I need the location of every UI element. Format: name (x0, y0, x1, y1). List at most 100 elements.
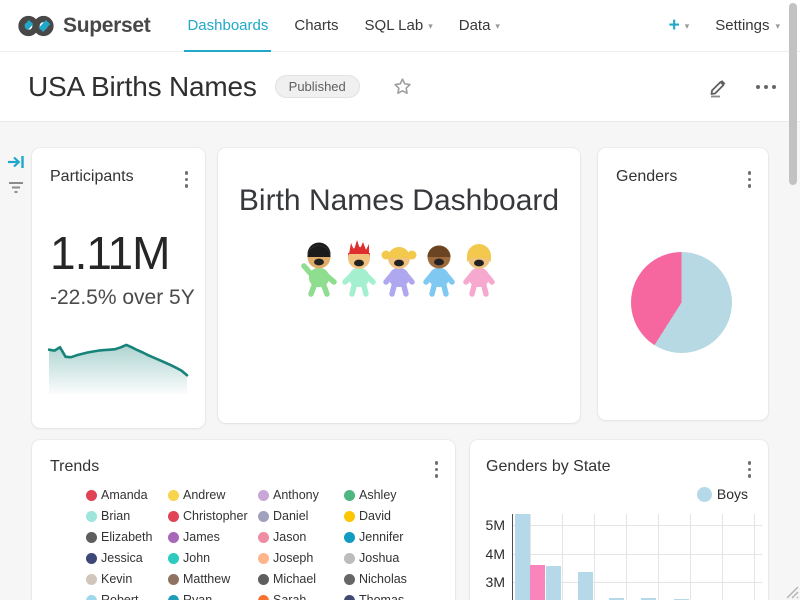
chart-menu-icon[interactable] (745, 168, 755, 191)
legend-dot (344, 574, 355, 585)
legend-item-elizabeth[interactable]: Elizabeth (86, 530, 168, 544)
settings-menu[interactable]: Settings ▾ (715, 17, 780, 34)
legend-item-robert[interactable]: Robert (86, 593, 168, 600)
legend-dot (344, 595, 355, 600)
state-bar (530, 565, 545, 600)
legend-item-ashley[interactable]: Ashley (344, 488, 426, 502)
legend-item-thomas[interactable]: Thomas (344, 593, 426, 600)
nav-item-charts[interactable]: Charts (281, 0, 351, 52)
legend-dot (168, 595, 179, 600)
legend-dot (344, 553, 355, 564)
gridline (594, 514, 595, 600)
kid-figure (466, 244, 492, 294)
legend-item-boys[interactable]: Boys (697, 486, 748, 502)
expand-filter-bar-icon[interactable] (7, 154, 25, 175)
nav-item-sql-lab[interactable]: SQL Lab ▾ (352, 0, 446, 52)
legend-item-daniel[interactable]: Daniel (258, 509, 344, 523)
caret-down-icon: ▾ (495, 21, 500, 32)
legend-item-nicholas[interactable]: Nicholas (344, 572, 426, 586)
edit-pencil-icon[interactable] (706, 75, 730, 99)
legend-item-joseph[interactable]: Joseph (258, 551, 344, 565)
legend-dot (86, 574, 97, 585)
legend-dot (258, 553, 269, 564)
legend-item-joshua[interactable]: Joshua (344, 551, 426, 565)
superset-infinity-icon (18, 15, 54, 37)
legend-item-michael[interactable]: Michael (258, 572, 344, 586)
chart-menu-icon[interactable] (745, 458, 755, 481)
legend-dot (258, 595, 269, 600)
new-item-button[interactable]: + ▾ (669, 16, 690, 35)
y-axis-tick: 5M (475, 517, 505, 533)
legend-item-ryan[interactable]: Ryan (168, 593, 258, 600)
y-axis-tick: 3M (475, 574, 505, 590)
trends-card: Trends AmandaAndrewAnthonyAshleyBrianChr… (32, 440, 455, 600)
legend-dot (86, 511, 97, 522)
plus-icon: + (669, 16, 680, 35)
participants-card: Participants 1.11M -22.5% over 5Y (32, 148, 205, 428)
legend-item-anthony[interactable]: Anthony (258, 488, 344, 502)
legend-dot (168, 511, 179, 522)
superset-app: Superset Dashboards Charts SQL Lab ▾ Dat… (0, 0, 800, 600)
chart-title: Genders (616, 168, 677, 186)
nav-menu: Dashboards Charts SQL Lab ▾ Data ▾ (174, 0, 512, 52)
superset-logo[interactable]: Superset (18, 14, 150, 38)
state-bar (578, 572, 593, 600)
markdown-card: Birth Names Dashboard (218, 148, 580, 423)
gridline (626, 514, 627, 600)
genders-by-state-card: Genders by State Boys 5M4M3M (470, 440, 768, 600)
nav-item-dashboards[interactable]: Dashboards (174, 0, 281, 52)
markdown-title: Birth Names Dashboard (218, 184, 580, 218)
nav-right: + ▾ Settings ▾ (669, 16, 780, 35)
big-number-value: 1.11M (50, 226, 169, 280)
nav-item-data[interactable]: Data ▾ (446, 0, 513, 52)
caret-down-icon: ▾ (428, 21, 433, 32)
vertical-scrollbar-thumb[interactable] (789, 3, 797, 185)
kid-figure (382, 247, 417, 294)
more-options-icon[interactable] (752, 81, 780, 93)
legend-dot (168, 574, 179, 585)
kid-figure (345, 240, 373, 294)
filter-icon[interactable] (7, 180, 25, 199)
legend-item-andrew[interactable]: Andrew (168, 488, 258, 502)
legend-item-jason[interactable]: Jason (258, 530, 344, 544)
chart-menu-icon[interactable] (182, 168, 192, 191)
legend-item-kevin[interactable]: Kevin (86, 572, 168, 586)
caret-down-icon: ▾ (685, 21, 690, 32)
chart-title: Genders by State (486, 458, 611, 476)
legend-item-amanda[interactable]: Amanda (86, 488, 168, 502)
gridline (562, 514, 563, 600)
filter-rail (0, 122, 30, 600)
chart-menu-icon[interactable] (432, 458, 442, 481)
gridline (513, 525, 762, 526)
legend-item-jennifer[interactable]: Jennifer (344, 530, 426, 544)
trendline-chart (48, 336, 189, 394)
legend-item-jessica[interactable]: Jessica (86, 551, 168, 565)
y-axis-tick: 4M (475, 546, 505, 562)
legend-dot (168, 553, 179, 564)
legend-dot (86, 532, 97, 543)
dashboard-header: USA Births Names Published (0, 52, 800, 122)
legend-item-james[interactable]: James (168, 530, 258, 544)
legend-item-sarah[interactable]: Sarah (258, 593, 344, 600)
legend-item-john[interactable]: John (168, 551, 258, 565)
legend-item-christopher[interactable]: Christopher (168, 509, 258, 523)
legend-dot (168, 490, 179, 501)
legend-dot (344, 511, 355, 522)
legend-dot (344, 490, 355, 501)
legend-item-brian[interactable]: Brian (86, 509, 168, 523)
bar-chart-plot: 5M4M3M (512, 514, 762, 600)
published-badge[interactable]: Published (275, 75, 360, 98)
favorite-star-icon[interactable] (392, 76, 413, 97)
legend-dot (258, 511, 269, 522)
card-resize-handle[interactable] (784, 584, 799, 599)
legend-dot (86, 490, 97, 501)
legend-item-matthew[interactable]: Matthew (168, 572, 258, 586)
legend-item-david[interactable]: David (344, 509, 426, 523)
gridline (658, 514, 659, 600)
legend-dot (86, 553, 97, 564)
kid-figure (304, 243, 334, 295)
kid-figure (426, 246, 452, 295)
trends-legend: AmandaAndrewAnthonyAshley BrianChristophe… (86, 488, 426, 600)
gridline (722, 514, 723, 600)
big-number-subheader: -22.5% over 5Y (50, 286, 195, 310)
